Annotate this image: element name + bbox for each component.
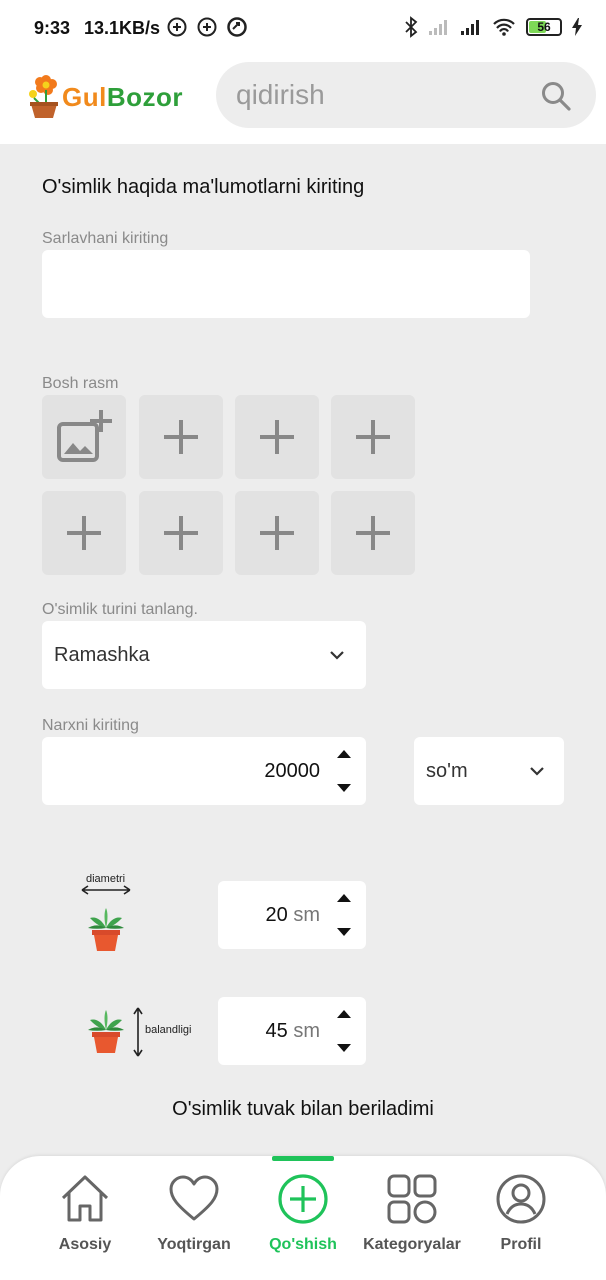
image-slot[interactable] [331, 395, 415, 479]
nav-label: Kategoryalar [363, 1236, 461, 1253]
plus-icon [164, 420, 198, 454]
image-slot[interactable] [235, 395, 319, 479]
sync-icon [227, 17, 247, 37]
plus-icon [260, 420, 294, 454]
app-header: GulBozor [0, 58, 606, 144]
price-value: 20000 [264, 760, 320, 782]
logo-text-gul: Gul [62, 82, 107, 112]
decrement-arrow-icon[interactable] [336, 927, 352, 937]
plus-icon [164, 516, 198, 550]
plus-icon [356, 516, 390, 550]
nav-item-profile[interactable]: Profil [466, 1172, 576, 1254]
currency-select[interactable]: so'm [414, 737, 564, 805]
logo-text-bozor: Bozor [106, 82, 184, 112]
chevron-down-icon [330, 651, 344, 660]
diameter-unit: sm [293, 904, 320, 926]
search-icon[interactable] [540, 80, 572, 112]
status-speed: 13.1KB/s [84, 18, 161, 38]
search-input[interactable] [236, 62, 526, 128]
bottom-navigation: Asosiy Yoqtirgan Qo'shish Kategoryalar P… [0, 1156, 606, 1280]
title-label: Sarlavhani kiriting [42, 230, 169, 247]
bluetooth-icon [405, 16, 418, 38]
price-label: Narxni kiriting [42, 717, 139, 734]
image-slot[interactable] [331, 491, 415, 575]
height-stepper[interactable]: 45 sm [218, 997, 366, 1065]
width-arrow-icon [81, 885, 131, 895]
plus-icon [260, 516, 294, 550]
heart-icon [169, 1175, 219, 1221]
nav-label: Yoqtirgan [157, 1236, 231, 1253]
image-slot[interactable] [235, 491, 319, 575]
nav-item-favorites[interactable]: Yoqtirgan [139, 1172, 249, 1254]
diameter-value: 20 [265, 904, 288, 926]
search-bar [216, 62, 596, 128]
nav-label: Asosiy [58, 1236, 112, 1253]
plant-type-label: O'simlik turini tanlang. [42, 601, 198, 618]
decrement-arrow-icon[interactable] [336, 783, 352, 793]
add-circle-icon [278, 1174, 328, 1224]
plus-icon [356, 420, 390, 454]
currency-value: so'm [426, 760, 468, 782]
grid-icon [387, 1174, 437, 1224]
chat-plus-icon [167, 17, 187, 37]
form-heading: O'simlik haqida ma'lumotlarni kiriting [42, 176, 365, 198]
main-image-label: Bosh rasm [42, 375, 119, 392]
increment-arrow-icon[interactable] [336, 749, 352, 759]
chevron-down-icon [530, 767, 544, 776]
height-value: 45 [265, 1020, 288, 1042]
title-field [42, 250, 530, 318]
increment-arrow-icon[interactable] [336, 893, 352, 903]
charging-icon [572, 18, 582, 36]
image-slot[interactable] [139, 395, 223, 479]
battery-level-text: 56 [537, 20, 551, 34]
plant-type-select[interactable]: Ramashka [42, 621, 366, 689]
diameter-stepper[interactable]: 20 sm [218, 881, 366, 949]
nav-item-categories[interactable]: Kategoryalar [357, 1172, 467, 1254]
title-input[interactable] [42, 250, 530, 318]
status-system-icons: 56 [404, 16, 582, 38]
price-stepper[interactable]: 20000 [42, 737, 366, 805]
app-logo[interactable]: GulBozor [26, 68, 196, 124]
nav-label: Profil [500, 1236, 542, 1253]
potted-plant-icon [88, 908, 124, 951]
height-caption: balandligi [145, 1024, 192, 1036]
height-arrow-icon [133, 1007, 143, 1057]
wifi-icon [493, 18, 515, 36]
battery-icon: 56 [526, 18, 562, 36]
signal-weak-icon [429, 20, 447, 35]
image-slot[interactable] [139, 491, 223, 575]
plant-type-value: Ramashka [54, 644, 150, 666]
plus-icon [67, 516, 101, 550]
signal-icon [461, 20, 479, 35]
status-time: 9:33 [34, 18, 71, 38]
main-image-slot[interactable] [42, 395, 126, 479]
add-photo-icon [57, 410, 112, 462]
potted-plant-icon [88, 1010, 124, 1053]
active-tab-indicator [272, 1156, 334, 1161]
nav-item-home[interactable]: Asosiy [30, 1172, 140, 1254]
height-value-wrap: 45 sm [266, 997, 320, 1065]
image-slot[interactable] [42, 491, 126, 575]
pot-question: O'simlik tuvak bilan beriladimi [172, 1098, 434, 1120]
home-icon [61, 1175, 109, 1222]
flower-pot-logo-icon [29, 75, 58, 118]
increment-arrow-icon[interactable] [336, 1009, 352, 1019]
logo-wordmark: GulBozor [62, 82, 183, 113]
status-bar: 9:33 13.1KB/s 56 [0, 0, 606, 58]
chat-plus-icon [197, 17, 217, 37]
user-icon [496, 1174, 546, 1224]
nav-item-add[interactable]: Qo'shish [248, 1172, 358, 1254]
status-notification-icons [166, 16, 248, 38]
decrement-arrow-icon[interactable] [336, 1043, 352, 1053]
height-unit: sm [293, 1020, 320, 1042]
diameter-value-wrap: 20 sm [266, 881, 320, 949]
nav-label: Qo'shish [269, 1236, 337, 1253]
